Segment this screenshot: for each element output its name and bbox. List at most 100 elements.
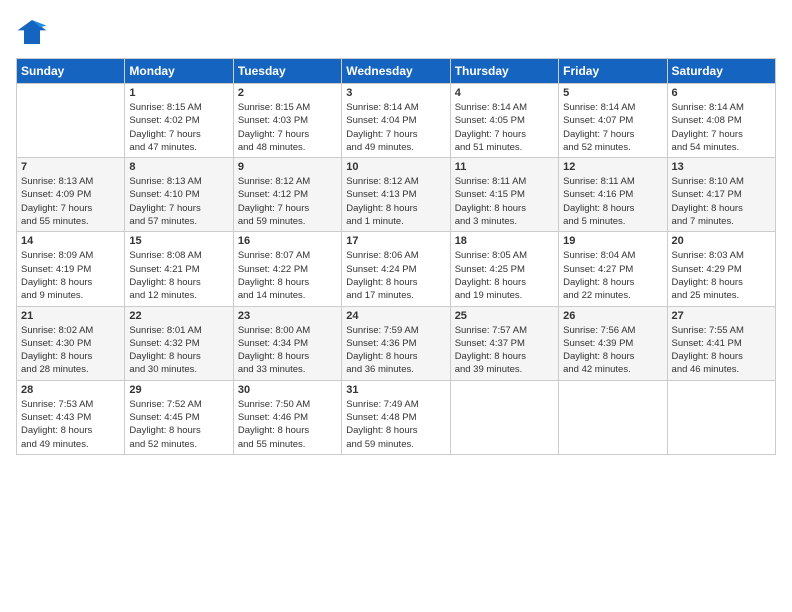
day-number: 12 bbox=[563, 161, 662, 173]
calendar-cell: 3 Sunrise: 8:14 AM Sunset: 4:04 PM Daylig… bbox=[342, 84, 450, 158]
day-content: Sunrise: 8:12 AM Sunset: 4:13 PM Dayligh… bbox=[346, 175, 445, 228]
day-number: 23 bbox=[238, 310, 337, 322]
day-number: 19 bbox=[563, 235, 662, 247]
calendar-cell: 12 Sunrise: 8:11 AM Sunset: 4:16 PM Dayli… bbox=[559, 158, 667, 232]
day-number: 20 bbox=[672, 235, 771, 247]
calendar-cell: 4 Sunrise: 8:14 AM Sunset: 4:05 PM Daylig… bbox=[450, 84, 558, 158]
calendar-cell: 21 Sunrise: 8:02 AM Sunset: 4:30 PM Dayli… bbox=[17, 306, 125, 380]
calendar-cell: 26 Sunrise: 7:56 AM Sunset: 4:39 PM Dayli… bbox=[559, 306, 667, 380]
day-content: Sunrise: 7:50 AM Sunset: 4:46 PM Dayligh… bbox=[238, 398, 337, 451]
day-header-tuesday: Tuesday bbox=[233, 59, 341, 84]
logo-icon bbox=[16, 16, 48, 48]
day-header-thursday: Thursday bbox=[450, 59, 558, 84]
calendar-cell: 15 Sunrise: 8:08 AM Sunset: 4:21 PM Dayli… bbox=[125, 232, 233, 306]
calendar-cell bbox=[667, 380, 775, 454]
day-number: 17 bbox=[346, 235, 445, 247]
day-number: 10 bbox=[346, 161, 445, 173]
calendar-cell: 30 Sunrise: 7:50 AM Sunset: 4:46 PM Dayli… bbox=[233, 380, 341, 454]
day-number: 13 bbox=[672, 161, 771, 173]
calendar-cell: 1Sunrise: 8:15 AM Sunset: 4:02 PM Daylig… bbox=[125, 84, 233, 158]
day-number: 28 bbox=[21, 384, 120, 396]
day-content: Sunrise: 8:12 AM Sunset: 4:12 PM Dayligh… bbox=[238, 175, 337, 228]
calendar-week-4: 21 Sunrise: 8:02 AM Sunset: 4:30 PM Dayli… bbox=[17, 306, 776, 380]
day-content: Sunrise: 7:56 AM Sunset: 4:39 PM Dayligh… bbox=[563, 324, 662, 377]
calendar-cell: 17 Sunrise: 8:06 AM Sunset: 4:24 PM Dayli… bbox=[342, 232, 450, 306]
day-number: 26 bbox=[563, 310, 662, 322]
day-number: 15 bbox=[129, 235, 228, 247]
calendar-week-5: 28Sunrise: 7:53 AM Sunset: 4:43 PM Dayli… bbox=[17, 380, 776, 454]
day-content: Sunrise: 8:00 AM Sunset: 4:34 PM Dayligh… bbox=[238, 324, 337, 377]
calendar-cell: 14 Sunrise: 8:09 AM Sunset: 4:19 PM Dayli… bbox=[17, 232, 125, 306]
calendar-header-row: SundayMondayTuesdayWednesdayThursdayFrid… bbox=[17, 59, 776, 84]
calendar-cell: 28Sunrise: 7:53 AM Sunset: 4:43 PM Dayli… bbox=[17, 380, 125, 454]
day-content: Sunrise: 8:14 AM Sunset: 4:04 PM Dayligh… bbox=[346, 101, 445, 154]
calendar-cell: 25 Sunrise: 7:57 AM Sunset: 4:37 PM Dayli… bbox=[450, 306, 558, 380]
day-number: 4 bbox=[455, 87, 554, 99]
day-content: Sunrise: 7:57 AM Sunset: 4:37 PM Dayligh… bbox=[455, 324, 554, 377]
day-number: 9 bbox=[238, 161, 337, 173]
calendar-week-3: 14 Sunrise: 8:09 AM Sunset: 4:19 PM Dayli… bbox=[17, 232, 776, 306]
day-number: 31 bbox=[346, 384, 445, 396]
day-content: Sunrise: 8:14 AM Sunset: 4:05 PM Dayligh… bbox=[455, 101, 554, 154]
day-header-friday: Friday bbox=[559, 59, 667, 84]
day-content: Sunrise: 8:05 AM Sunset: 4:25 PM Dayligh… bbox=[455, 249, 554, 302]
calendar-week-1: 1Sunrise: 8:15 AM Sunset: 4:02 PM Daylig… bbox=[17, 84, 776, 158]
calendar-cell: 13 Sunrise: 8:10 AM Sunset: 4:17 PM Dayli… bbox=[667, 158, 775, 232]
calendar-table: SundayMondayTuesdayWednesdayThursdayFrid… bbox=[16, 58, 776, 455]
calendar-cell: 23 Sunrise: 8:00 AM Sunset: 4:34 PM Dayli… bbox=[233, 306, 341, 380]
day-number: 6 bbox=[672, 87, 771, 99]
calendar-cell: 6 Sunrise: 8:14 AM Sunset: 4:08 PM Daylig… bbox=[667, 84, 775, 158]
day-content: Sunrise: 8:07 AM Sunset: 4:22 PM Dayligh… bbox=[238, 249, 337, 302]
day-content: Sunrise: 7:49 AM Sunset: 4:48 PM Dayligh… bbox=[346, 398, 445, 451]
day-content: Sunrise: 8:13 AM Sunset: 4:09 PM Dayligh… bbox=[21, 175, 120, 228]
day-header-wednesday: Wednesday bbox=[342, 59, 450, 84]
calendar-cell: 18 Sunrise: 8:05 AM Sunset: 4:25 PM Dayli… bbox=[450, 232, 558, 306]
calendar-cell: 24 Sunrise: 7:59 AM Sunset: 4:36 PM Dayli… bbox=[342, 306, 450, 380]
day-number: 3 bbox=[346, 87, 445, 99]
day-number: 25 bbox=[455, 310, 554, 322]
day-content: Sunrise: 8:03 AM Sunset: 4:29 PM Dayligh… bbox=[672, 249, 771, 302]
day-content: Sunrise: 8:02 AM Sunset: 4:30 PM Dayligh… bbox=[21, 324, 120, 377]
day-content: Sunrise: 8:06 AM Sunset: 4:24 PM Dayligh… bbox=[346, 249, 445, 302]
day-content: Sunrise: 8:01 AM Sunset: 4:32 PM Dayligh… bbox=[129, 324, 228, 377]
page-header bbox=[16, 16, 776, 48]
calendar-cell: 31 Sunrise: 7:49 AM Sunset: 4:48 PM Dayli… bbox=[342, 380, 450, 454]
day-content: Sunrise: 7:59 AM Sunset: 4:36 PM Dayligh… bbox=[346, 324, 445, 377]
day-content: Sunrise: 8:10 AM Sunset: 4:17 PM Dayligh… bbox=[672, 175, 771, 228]
day-content: Sunrise: 8:13 AM Sunset: 4:10 PM Dayligh… bbox=[129, 175, 228, 228]
calendar-cell bbox=[450, 380, 558, 454]
day-content: Sunrise: 8:08 AM Sunset: 4:21 PM Dayligh… bbox=[129, 249, 228, 302]
day-number: 8 bbox=[129, 161, 228, 173]
day-content: Sunrise: 7:55 AM Sunset: 4:41 PM Dayligh… bbox=[672, 324, 771, 377]
calendar-cell: 22 Sunrise: 8:01 AM Sunset: 4:32 PM Dayli… bbox=[125, 306, 233, 380]
day-content: Sunrise: 8:14 AM Sunset: 4:08 PM Dayligh… bbox=[672, 101, 771, 154]
day-content: Sunrise: 8:09 AM Sunset: 4:19 PM Dayligh… bbox=[21, 249, 120, 302]
calendar-cell: 10 Sunrise: 8:12 AM Sunset: 4:13 PM Dayli… bbox=[342, 158, 450, 232]
day-content: Sunrise: 8:15 AM Sunset: 4:03 PM Dayligh… bbox=[238, 101, 337, 154]
day-content: Sunrise: 8:11 AM Sunset: 4:16 PM Dayligh… bbox=[563, 175, 662, 228]
day-content: Sunrise: 7:52 AM Sunset: 4:45 PM Dayligh… bbox=[129, 398, 228, 451]
calendar-cell bbox=[559, 380, 667, 454]
day-number: 5 bbox=[563, 87, 662, 99]
calendar-cell: 5Sunrise: 8:14 AM Sunset: 4:07 PM Daylig… bbox=[559, 84, 667, 158]
calendar-cell: 9 Sunrise: 8:12 AM Sunset: 4:12 PM Daylig… bbox=[233, 158, 341, 232]
calendar-cell: 27 Sunrise: 7:55 AM Sunset: 4:41 PM Dayli… bbox=[667, 306, 775, 380]
calendar-cell: 7Sunrise: 8:13 AM Sunset: 4:09 PM Daylig… bbox=[17, 158, 125, 232]
day-number: 14 bbox=[21, 235, 120, 247]
day-number: 30 bbox=[238, 384, 337, 396]
day-number: 27 bbox=[672, 310, 771, 322]
logo bbox=[16, 16, 52, 48]
day-number: 24 bbox=[346, 310, 445, 322]
day-content: Sunrise: 8:04 AM Sunset: 4:27 PM Dayligh… bbox=[563, 249, 662, 302]
day-number: 16 bbox=[238, 235, 337, 247]
calendar-week-2: 7Sunrise: 8:13 AM Sunset: 4:09 PM Daylig… bbox=[17, 158, 776, 232]
calendar-cell: 2Sunrise: 8:15 AM Sunset: 4:03 PM Daylig… bbox=[233, 84, 341, 158]
day-number: 22 bbox=[129, 310, 228, 322]
day-number: 21 bbox=[21, 310, 120, 322]
calendar-cell: 20 Sunrise: 8:03 AM Sunset: 4:29 PM Dayli… bbox=[667, 232, 775, 306]
day-header-monday: Monday bbox=[125, 59, 233, 84]
day-header-saturday: Saturday bbox=[667, 59, 775, 84]
day-number: 18 bbox=[455, 235, 554, 247]
day-content: Sunrise: 8:11 AM Sunset: 4:15 PM Dayligh… bbox=[455, 175, 554, 228]
calendar-cell: 29Sunrise: 7:52 AM Sunset: 4:45 PM Dayli… bbox=[125, 380, 233, 454]
